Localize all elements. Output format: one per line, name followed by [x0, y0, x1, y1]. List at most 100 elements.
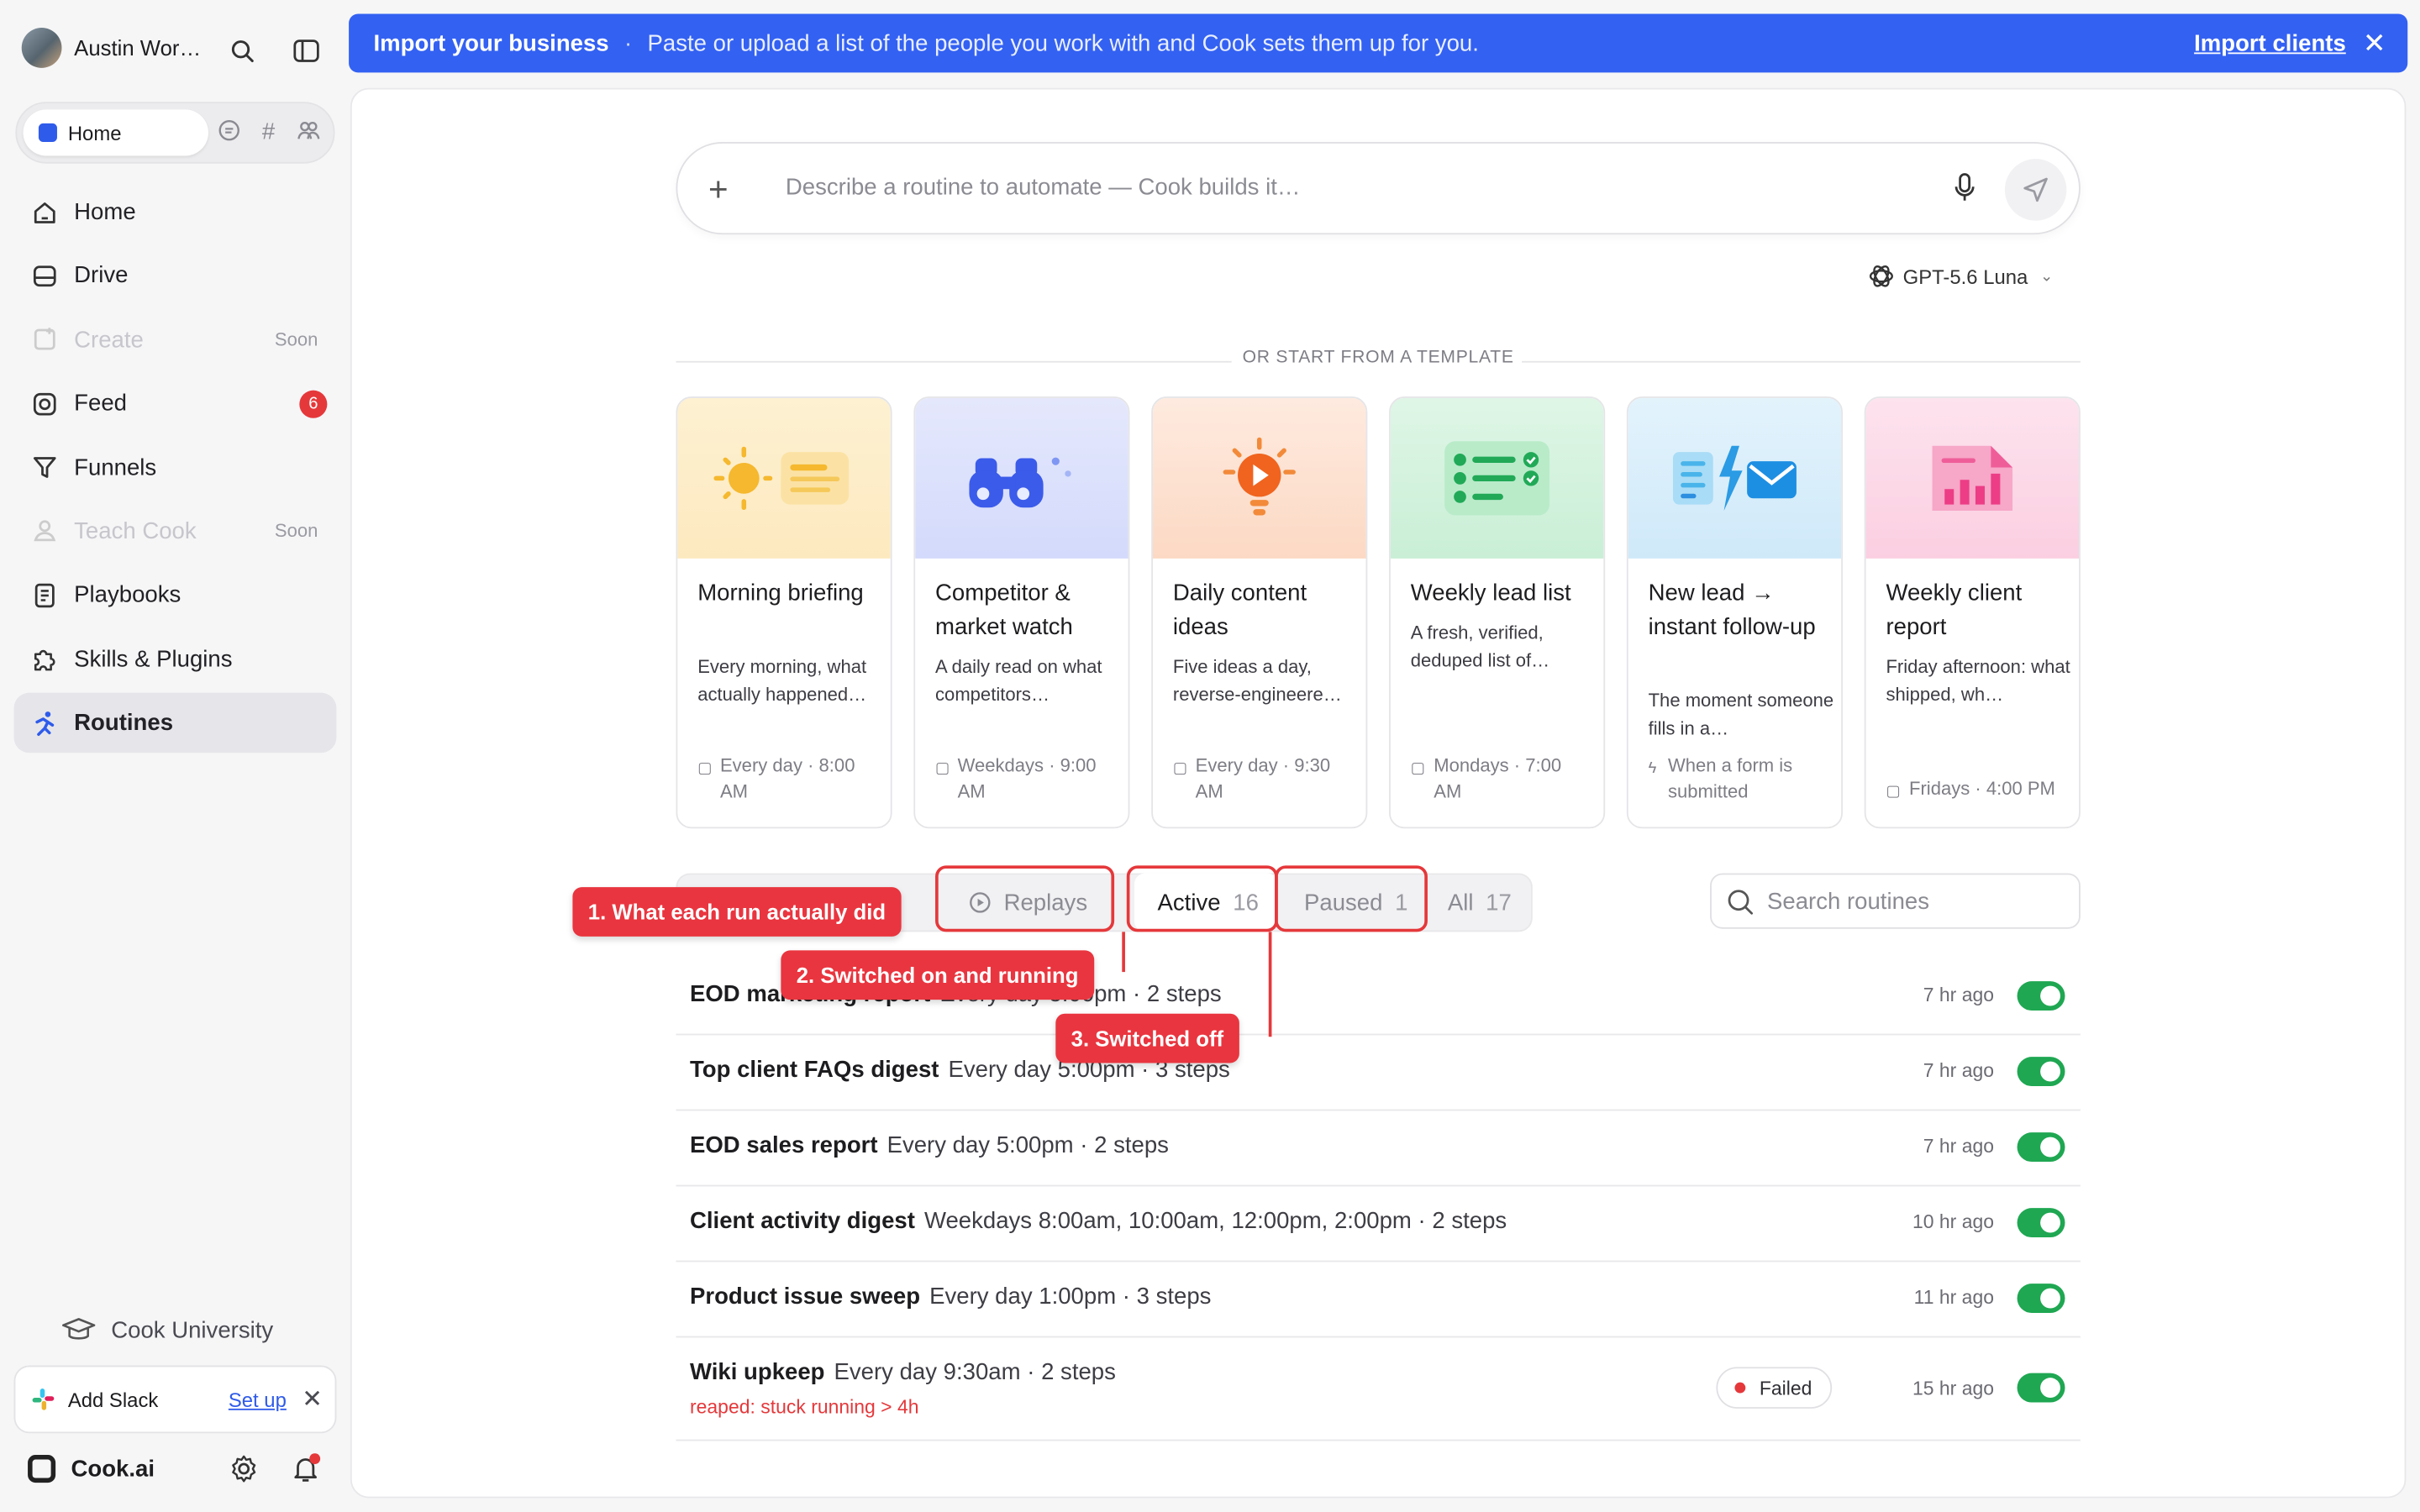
- template-card[interactable]: Morning briefing Every morning, what act…: [676, 396, 892, 829]
- home-dot-icon: [38, 123, 57, 142]
- search-icon[interactable]: [227, 35, 258, 66]
- template-card[interactable]: Daily content ideas Five ideas a day, re…: [1151, 396, 1368, 829]
- template-schedule: ϟ When a form is submitted: [1649, 753, 1831, 805]
- binoculars-illustration-icon: [915, 397, 1128, 559]
- template-schedule: ▢ Every day · 9:30 AM: [1173, 753, 1355, 805]
- sidebar-item-feed[interactable]: Feed 6: [14, 374, 337, 434]
- model-selector[interactable]: GPT-5.6 Luna ⌄: [1867, 262, 2053, 290]
- template-title: New lead → instant follow-up: [1648, 580, 1816, 640]
- calendar-icon: ▢: [1886, 784, 1901, 801]
- template-title: Competitor & market watch: [935, 580, 1073, 640]
- sidebar-toggle-icon[interactable]: [290, 35, 321, 66]
- enable-toggle[interactable]: [2017, 1057, 2065, 1087]
- send-button[interactable]: [2004, 159, 2067, 221]
- sidebar-item-label: Teach Cook: [74, 518, 197, 545]
- template-card[interactable]: Weekly client report Friday afternoon: w…: [1864, 396, 2081, 829]
- main-panel: + Describe a routine to automate — Cook …: [350, 87, 2407, 1499]
- workspace-home-chip[interactable]: Home: [23, 109, 208, 156]
- enable-toggle[interactable]: [2017, 1284, 2065, 1314]
- enable-toggle[interactable]: [2017, 1208, 2065, 1238]
- schedule-text: Fridays · 4:00 PM: [1908, 777, 2055, 800]
- annotation-callout: 3. Switched off: [1055, 1013, 1239, 1063]
- sidebar-item-home[interactable]: Home: [14, 182, 337, 243]
- status-badge[interactable]: Failed: [1716, 1367, 1833, 1409]
- highlight-paused: [1275, 865, 1428, 932]
- settings-gear-icon[interactable]: [229, 1453, 260, 1484]
- user-menu[interactable]: Austin Wor…: [21, 28, 330, 68]
- sidebar-item-funnels[interactable]: Funnels: [14, 438, 337, 498]
- soon-tag: Soon: [274, 328, 318, 351]
- chevron-down-icon: ⌄: [2040, 267, 2054, 285]
- checklist-illustration-icon: [1390, 397, 1604, 559]
- hash-icon[interactable]: #: [255, 118, 282, 146]
- plus-icon[interactable]: +: [708, 170, 729, 210]
- template-card[interactable]: New lead → instant follow-up The moment …: [1626, 396, 1844, 829]
- calendar-icon: ▢: [1172, 760, 1188, 778]
- sidebar-item-drive[interactable]: Drive: [14, 246, 337, 307]
- cook-university-link[interactable]: Cook University: [61, 1316, 273, 1344]
- sidebar: Austin Wor… Home # Home Drive Create Soo…: [0, 0, 349, 1512]
- routine-name: Top client FAQs digest: [690, 1057, 939, 1084]
- failed-dot-icon: [1734, 1382, 1746, 1394]
- chat-icon[interactable]: [214, 118, 242, 146]
- last-run-time: 15 hr ago: [1912, 1378, 1995, 1399]
- template-description: Five ideas a day, reverse-engineere…: [1172, 655, 1342, 705]
- tab-count: 17: [1486, 889, 1512, 916]
- slack-setup-link[interactable]: Set up: [229, 1388, 287, 1411]
- template-card[interactable]: Competitor & market watch A daily read o…: [913, 396, 1130, 829]
- routine-prompt-box[interactable]: + Describe a routine to automate — Cook …: [676, 141, 2081, 235]
- routine-list: EOD marketing reportEvery day 5:00pm · 2…: [676, 959, 2081, 1441]
- import-clients-link[interactable]: Import clients: [2194, 30, 2346, 56]
- sidebar-item-routines[interactable]: Routines: [13, 692, 337, 753]
- lightning-mail-illustration-icon: [1628, 397, 1842, 559]
- close-icon[interactable]: ✕: [302, 1384, 323, 1415]
- routine-name-line: EOD sales report Every day 5:00pm · 2 ste…: [690, 1132, 1169, 1158]
- routine-row[interactable]: EOD sales report Every day 5:00pm · 2 ste…: [676, 1110, 2081, 1187]
- sidebar-item-label: Skills & Plugins: [74, 646, 233, 673]
- search-routines-input[interactable]: Search routines: [1710, 873, 2081, 929]
- routine-row[interactable]: Wiki upkeep Every day 9:30am · 2 steps re…: [676, 1337, 2081, 1441]
- sidebar-item-playbooks[interactable]: Playbooks: [14, 565, 337, 626]
- last-run-time: 10 hr ago: [1912, 1210, 1995, 1233]
- routine-name-line: Wiki upkeep Every day 9:30am · 2 steps: [690, 1359, 1116, 1385]
- notification-bell-icon[interactable]: [290, 1453, 321, 1484]
- routine-meta: Every day 9:30am · 2 steps: [834, 1359, 1116, 1386]
- model-name: GPT-5.6 Luna: [1902, 264, 2028, 288]
- tab-label: All: [1447, 889, 1474, 916]
- tab-all[interactable]: All 17: [1432, 874, 1524, 932]
- routine-row[interactable]: Top client FAQs digest Every day 5:00pm ·…: [676, 1035, 2081, 1111]
- openai-icon: [1867, 262, 1895, 290]
- calendar-icon: ▢: [697, 760, 713, 778]
- template-card[interactable]: Weekly lead list A fresh, verified, dedu…: [1389, 396, 1606, 829]
- graduation-cap-icon: [61, 1316, 96, 1344]
- routine-name: Client activity digest: [690, 1208, 915, 1235]
- sidebar-item-skills-plugins[interactable]: Skills & Plugins: [14, 629, 337, 690]
- template-schedule: ▢ Weekdays · 9:00 AM: [935, 753, 1118, 805]
- playbook-icon: [29, 580, 60, 611]
- routine-row[interactable]: Product issue sweep Every day 1:00pm · 3 …: [676, 1262, 2081, 1338]
- lightbulb-illustration-icon: [1153, 397, 1366, 559]
- enable-toggle[interactable]: [2017, 1373, 2065, 1403]
- enable-toggle[interactable]: [2017, 981, 2065, 1011]
- sidebar-item-label: Drive: [74, 262, 129, 290]
- annotation-callout: 2. Switched on and running: [781, 950, 1094, 1000]
- slack-setup-card: Add Slack Set up ✕: [13, 1365, 337, 1434]
- template-description: Friday afternoon: what shipped, wh…: [1886, 655, 2070, 705]
- puzzle-icon: [29, 643, 60, 675]
- sidebar-item-label: Create: [74, 326, 144, 354]
- template-description: A daily read on what competitors…: [935, 655, 1102, 705]
- template-title: Daily content ideas: [1172, 580, 1307, 640]
- routine-name: Wiki upkeep: [690, 1359, 825, 1386]
- annotation-leader-line: [1268, 932, 1271, 1037]
- enable-toggle[interactable]: [2017, 1132, 2065, 1163]
- microphone-icon[interactable]: [1952, 173, 1976, 212]
- people-icon[interactable]: [295, 118, 323, 146]
- close-icon[interactable]: ✕: [2363, 27, 2386, 60]
- prompt-placeholder[interactable]: Describe a routine to automate — Cook bu…: [786, 175, 1301, 201]
- template-title: Weekly client report: [1886, 580, 2023, 640]
- feed-icon: [29, 388, 60, 419]
- schedule-text: Mondays · 7:00 AM: [1434, 754, 1562, 803]
- routine-row[interactable]: Client activity digest Weekdays 8:00am, 1…: [676, 1186, 2081, 1263]
- sun-illustration-icon: [677, 397, 891, 559]
- cook-university-label: Cook University: [111, 1316, 274, 1343]
